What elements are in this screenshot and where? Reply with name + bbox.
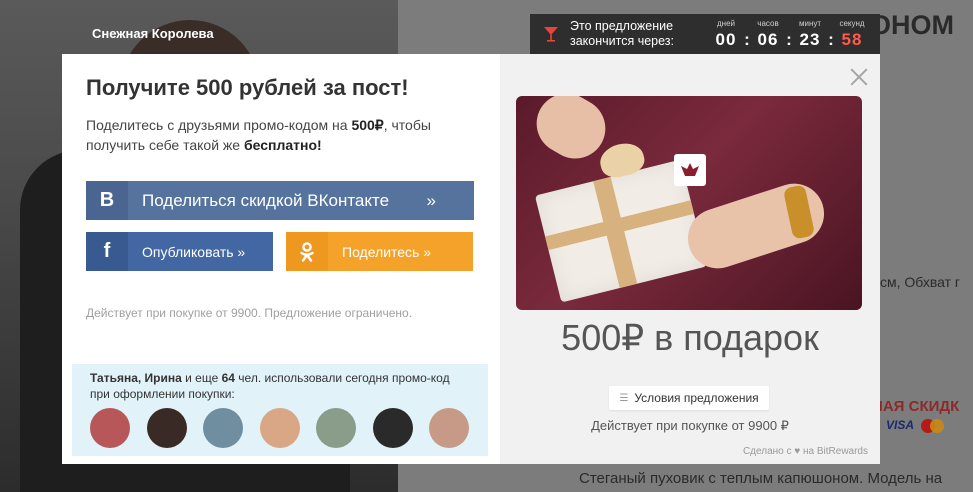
timer-minutes-label: минут <box>798 18 822 28</box>
gift-photo <box>516 96 862 310</box>
timer-label: Это предложение закончится через: <box>570 19 675 48</box>
timer-days-value: 00 <box>715 29 737 49</box>
offer-valid-text: Действует при покупке от 9900 ₽ <box>591 418 789 433</box>
odnoklassniki-icon <box>286 232 328 271</box>
timer-minutes: минут 23 <box>792 19 828 50</box>
odnoklassniki-share-label: Поделитесь » <box>342 243 432 260</box>
social-proof-box: Татьяна, Ирина и еще 64 чел. использовал… <box>72 364 488 456</box>
modal-headline: Получите 500 рублей за пост! <box>86 75 409 100</box>
crown-logo-icon <box>674 154 706 186</box>
facebook-icon: f <box>86 232 128 271</box>
lead-free: бесплатно! <box>243 137 322 153</box>
timer-hours-label: часов <box>757 18 779 28</box>
sale-label-fragment: НАЯ СКИДК <box>872 398 960 415</box>
avatars-row <box>90 408 470 448</box>
mastercard-icon <box>921 418 945 433</box>
promo-modal-right: 500₽ в подарок ☰ Условия предложения Дей… <box>500 54 880 464</box>
timer-minutes-value: 23 <box>799 29 821 49</box>
list-icon: ☰ <box>619 392 629 404</box>
modal-lead-text: Поделитесь с друзьями промо-кодом на 500… <box>86 115 476 155</box>
offer-disclaimer: Действует при покупке от 9900. Предложен… <box>86 306 413 320</box>
offer-terms-label: Условия предложения <box>634 391 759 405</box>
timer-days-label: дней <box>716 18 735 28</box>
avatar <box>90 408 130 448</box>
payment-icons: VISA <box>880 418 945 433</box>
offer-terms-button[interactable]: ☰ Условия предложения <box>609 386 769 410</box>
gift-caption: 500₽ в подарок <box>561 317 819 358</box>
close-icon[interactable] <box>848 66 870 88</box>
cocktail-glass-icon <box>544 27 558 42</box>
visa-icon: VISA <box>886 418 915 432</box>
timer-units: дней 00 : часов 06 : минут 23 : секунд 5… <box>708 19 870 50</box>
timer-hours-value: 06 <box>757 29 779 49</box>
lead-amount: 500₽ <box>351 117 384 133</box>
facebook-share-button[interactable]: f Опубликовать » <box>86 232 273 271</box>
timer-seconds-label: секунд <box>839 18 865 28</box>
made-by-suffix: на BitRewards <box>803 446 868 457</box>
odnoklassniki-share-button[interactable]: Поделитесь » <box>286 232 473 271</box>
avatar <box>203 408 243 448</box>
lead-part-1: Поделитесь с друзьями промо-кодом на <box>86 117 352 133</box>
promo-modal: Получите 500 рублей за пост! Поделитесь … <box>62 54 880 464</box>
heart-icon: ♥ <box>794 446 801 457</box>
made-by-prefix: Сделано с <box>742 446 792 457</box>
social-proof-middle: и еще <box>181 371 222 385</box>
avatar <box>146 408 187 448</box>
timer-seconds: секунд 58 <box>834 19 870 50</box>
timer-days: дней 00 <box>708 19 744 50</box>
brand-logo-text[interactable]: Снежная Королева <box>92 26 214 41</box>
promo-modal-left: Получите 500 рублей за пост! Поделитесь … <box>62 54 500 464</box>
social-proof-names: Татьяна, Ирина <box>90 371 182 385</box>
vk-share-label: Поделиться скидкой ВКонтакте <box>142 190 390 210</box>
vk-icon: В <box>86 181 128 220</box>
product-description-fragment: Стеганый пуховик с теплым капюшоном. Мод… <box>579 470 943 487</box>
vk-share-button[interactable]: В Поделиться скидкой ВКонтакте » <box>86 181 474 220</box>
countdown-timer: Это предложение закончится через: дней 0… <box>530 14 880 54</box>
facebook-share-label: Опубликовать » <box>142 243 246 260</box>
chevron-right-icon: » <box>426 190 436 210</box>
social-proof-count: 64 <box>221 371 235 385</box>
avatar <box>372 408 413 448</box>
timer-seconds-value: 58 <box>841 29 863 49</box>
made-by-credit[interactable]: Сделано с ♥ на BitRewards <box>743 446 868 457</box>
avatar <box>259 408 300 448</box>
product-size-fragment: см, Обхват г <box>880 274 961 290</box>
social-proof-text: Татьяна, Ирина и еще 64 чел. использовал… <box>90 370 470 402</box>
product-title-fragment: ОНОМ <box>870 10 954 40</box>
avatar <box>429 408 469 448</box>
timer-hours: часов 06 <box>750 19 786 50</box>
avatar <box>316 408 356 448</box>
